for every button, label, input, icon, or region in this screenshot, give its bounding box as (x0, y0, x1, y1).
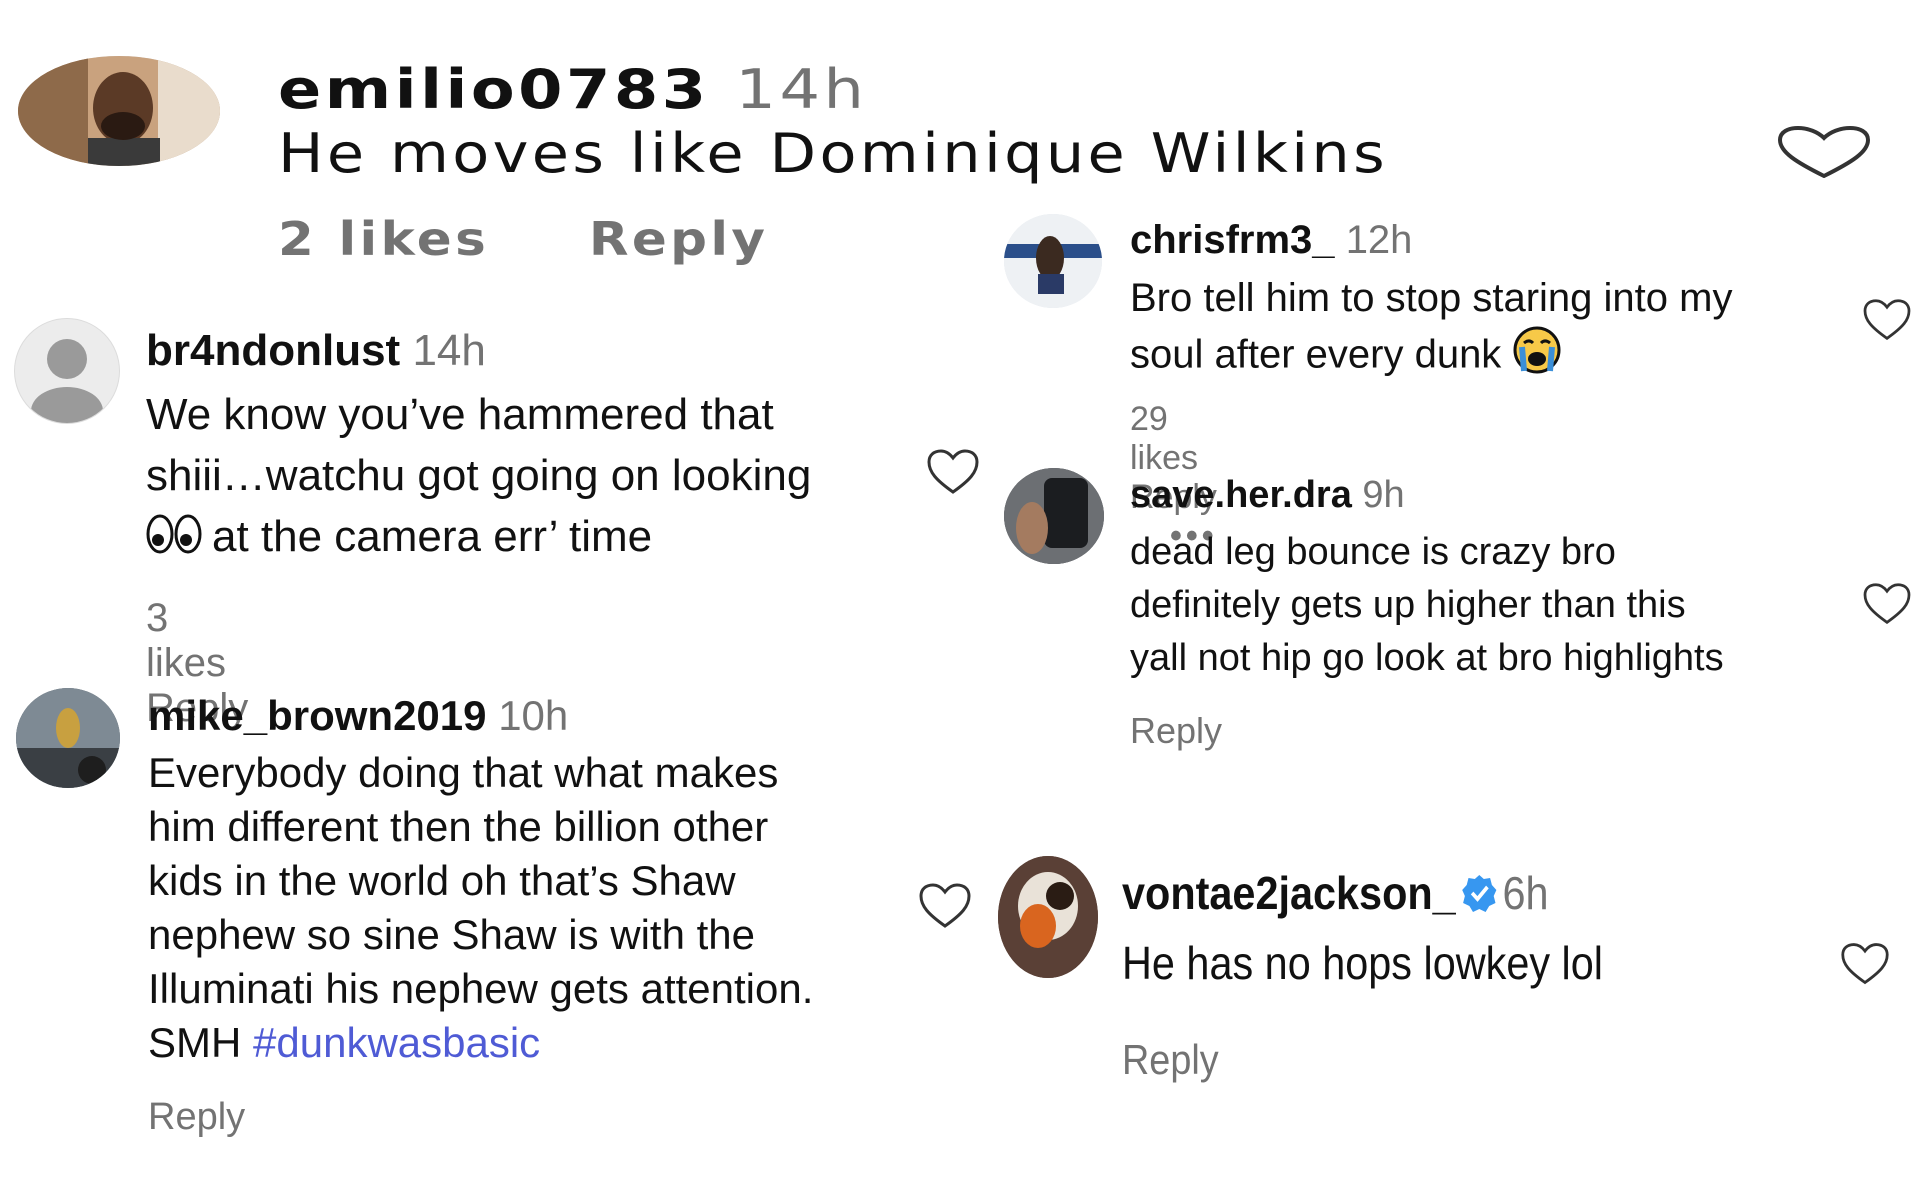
heart-icon[interactable] (1862, 298, 1912, 342)
reply-button[interactable]: Reply (1130, 710, 1222, 751)
timestamp: 14h (735, 58, 868, 121)
reply-button[interactable]: Reply (1122, 1036, 1219, 1083)
comment-text: Everybody doing that what makes him diff… (148, 749, 814, 1066)
comment-actions: Reply (148, 1096, 285, 1139)
comment-actions: Reply (1130, 710, 1262, 752)
heart-icon[interactable] (926, 448, 980, 496)
avatar[interactable] (14, 318, 120, 424)
comment-text: We know you’ve hammered that shiii…watch… (146, 384, 906, 570)
comment-text: Bro tell him to stop staring into my sou… (1130, 272, 1850, 389)
heart-icon[interactable] (1840, 938, 1890, 990)
eyes-emoji-icon (146, 509, 202, 570)
username[interactable]: chrisfrm3_ (1130, 218, 1335, 262)
likes-count[interactable]: 3 likes (146, 596, 226, 685)
verified-badge-icon (1461, 870, 1497, 924)
timestamp: 10h (498, 692, 569, 739)
timestamp: 14h (412, 326, 486, 375)
avatar[interactable] (16, 688, 120, 788)
crying-emoji-icon (1512, 325, 1562, 389)
reply-button[interactable]: Reply (589, 212, 769, 266)
comment-text: dead leg bounce is crazy bro definitely … (1130, 531, 1724, 679)
likes-count[interactable]: 2 likes (278, 212, 489, 266)
likes-count[interactable]: 29 likes (1130, 400, 1198, 477)
heart-icon[interactable] (1862, 582, 1912, 626)
username[interactable]: br4ndonlust (146, 326, 400, 375)
avatar[interactable] (18, 56, 220, 166)
username[interactable]: save.her.dra (1130, 474, 1352, 516)
avatar[interactable] (1004, 214, 1102, 308)
comment-actions: Reply (1122, 1036, 1255, 1084)
avatar[interactable] (1004, 468, 1104, 564)
username[interactable]: emilio0783 (278, 58, 710, 121)
username[interactable]: vontae2jackson_ (1122, 867, 1456, 919)
comment-text: He has no hops lowkey lol (1122, 937, 1603, 989)
avatar[interactable] (998, 856, 1098, 978)
heart-icon[interactable] (918, 882, 972, 930)
timestamp: 6h (1502, 867, 1549, 919)
comment-text: He moves like Dominique Wilkins (278, 122, 1388, 185)
timestamp: 9h (1362, 474, 1405, 516)
comment-actions: 2 likes Reply (278, 212, 847, 266)
timestamp: 12h (1345, 218, 1413, 262)
hashtag-link[interactable]: #dunkwasbasic (253, 1019, 540, 1066)
heart-icon[interactable] (1776, 126, 1872, 178)
username[interactable]: mike_brown2019 (148, 692, 487, 739)
reply-button[interactable]: Reply (148, 1096, 245, 1138)
